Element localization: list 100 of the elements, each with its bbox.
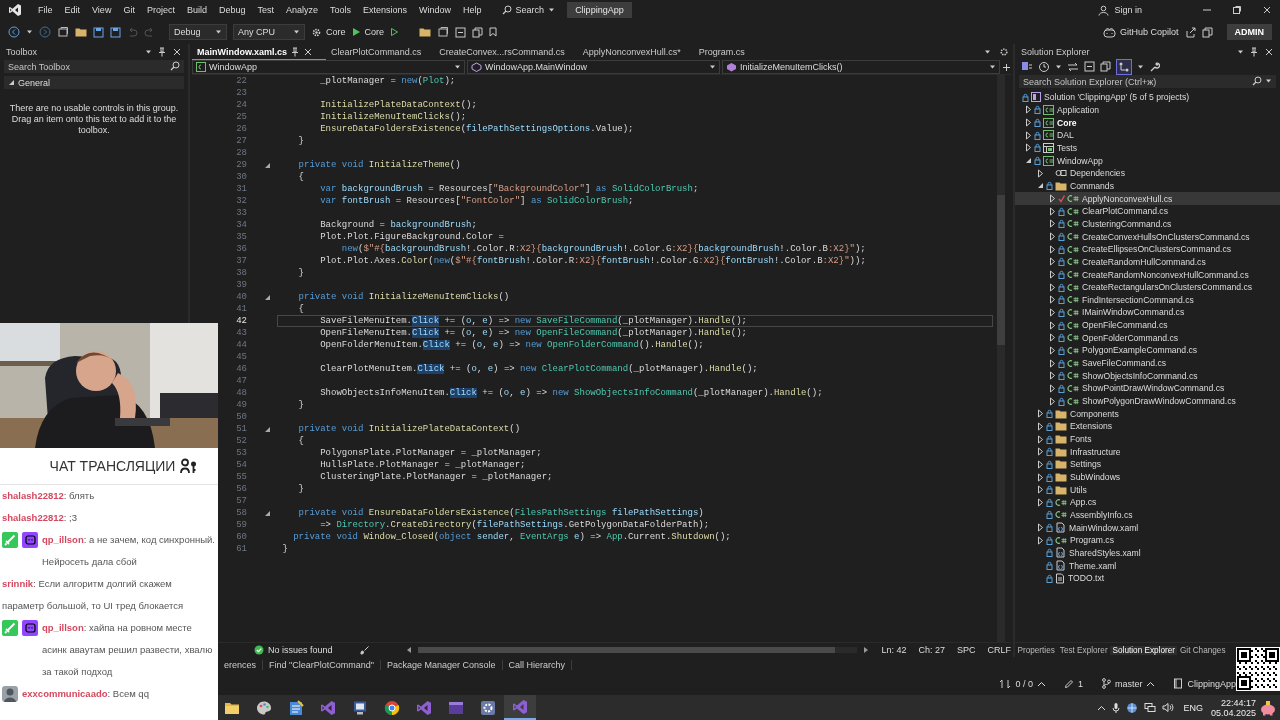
repository-status[interactable]: ClippingApp <box>1173 678 1236 689</box>
sync-icon[interactable] <box>1067 61 1079 72</box>
menu-item[interactable]: Project <box>140 3 181 17</box>
tree-item[interactable]: CreateEllipsesOnClustersCommand.cs <box>1015 242 1280 256</box>
caret-icon[interactable] <box>145 48 152 55</box>
split-icon[interactable] <box>1002 62 1011 72</box>
expand-arrow-icon[interactable] <box>1037 485 1044 495</box>
expand-arrow-icon[interactable] <box>1037 181 1044 191</box>
tree-item[interactable]: WindowApp <box>1015 154 1280 167</box>
menu-item[interactable]: File <box>32 3 59 17</box>
tree-item[interactable]: SaveFileCommand.cs <box>1015 356 1280 370</box>
configuration-dropdown[interactable]: Debug <box>169 24 227 40</box>
caret-icon[interactable] <box>1137 63 1144 70</box>
tree-item[interactable]: Fonts <box>1015 432 1280 446</box>
save-all-icon[interactable] <box>110 26 121 38</box>
close-icon[interactable] <box>303 46 314 57</box>
cleanup-icon[interactable] <box>360 645 370 655</box>
expand-arrow-icon[interactable] <box>1049 257 1056 267</box>
expand-arrow-icon[interactable] <box>1037 421 1044 431</box>
menu-item[interactable]: Extensions <box>357 3 414 17</box>
expand-arrow-icon[interactable] <box>1037 523 1044 533</box>
tree-item[interactable]: CreateRandomHullCommand.cs <box>1015 255 1280 269</box>
tree-item[interactable]: Application <box>1015 103 1280 117</box>
tree-item[interactable]: Tests <box>1015 141 1280 155</box>
expand-arrow-icon[interactable] <box>1049 206 1056 216</box>
chevron-up-icon[interactable] <box>1097 704 1107 711</box>
expand-arrow-icon[interactable] <box>1037 459 1044 469</box>
gear-icon[interactable] <box>480 699 496 716</box>
tree-item[interactable]: Core <box>1015 116 1280 129</box>
tree-item[interactable]: Commands <box>1015 179 1280 193</box>
monitor-icon[interactable] <box>352 699 368 716</box>
settings-icon[interactable] <box>999 47 1009 57</box>
copilot-button[interactable]: GitHub Copilot <box>1102 26 1179 38</box>
back-icon[interactable] <box>8 26 20 38</box>
clock-icon[interactable] <box>1038 60 1050 73</box>
notepad-icon[interactable] <box>288 699 304 716</box>
tree-item[interactable]: ShowPolygonDrawWindowCommand.cs <box>1015 394 1280 408</box>
menu-item[interactable]: Test <box>251 3 280 17</box>
browser-icon[interactable] <box>384 699 400 716</box>
restore-icon[interactable] <box>1232 5 1242 15</box>
speaker-icon[interactable] <box>1162 702 1175 713</box>
file-tab[interactable]: Program.cs <box>693 44 758 60</box>
expand-arrow-icon[interactable] <box>1049 194 1056 204</box>
file-tab[interactable]: ApplyNonconvexHull.cs* <box>577 44 694 60</box>
search-field[interactable]: Search Solution Explorer (Ctrl+ж) <box>1019 75 1276 88</box>
tree-item[interactable]: Program.cs <box>1015 533 1280 547</box>
pages-icon[interactable] <box>472 26 484 38</box>
menu-item[interactable]: View <box>86 3 118 17</box>
tree-item[interactable]: CreateConvexHullsOnClustersCommand.cs <box>1015 230 1280 243</box>
expand-arrow-icon[interactable] <box>1025 130 1032 140</box>
expand-arrow-icon[interactable] <box>1049 358 1056 368</box>
caret-icon[interactable] <box>26 29 33 35</box>
tree-item[interactable]: Dependencies <box>1015 166 1280 180</box>
group-header[interactable]: General <box>4 76 184 89</box>
language-indicator[interactable]: ENG <box>1183 702 1203 713</box>
issues-indicator[interactable]: No issues found <box>254 645 354 655</box>
start-button[interactable]: Core <box>351 27 385 37</box>
file-tab[interactable]: MainWindow.xaml.cs <box>192 44 327 60</box>
file-tab[interactable]: CreateConvex...rsCommand.cs <box>434 44 578 60</box>
expand-arrow-icon[interactable] <box>1049 396 1056 406</box>
panel-tab[interactable]: Solution Explorer <box>1110 645 1178 655</box>
tree-item[interactable]: SharedStyles.xaml <box>1015 546 1280 560</box>
expand-arrow-icon[interactable] <box>1049 232 1056 242</box>
tree-item[interactable]: ClusteringCommand.cs <box>1015 217 1280 231</box>
folder-icon[interactable] <box>75 27 87 37</box>
branch-status[interactable]: master <box>1100 678 1156 689</box>
tree-item[interactable]: TODO.txt <box>1015 571 1280 585</box>
save-icon[interactable] <box>93 26 104 38</box>
tree-item[interactable]: ApplyNonconvexHull.cs <box>1015 192 1280 205</box>
play-outline-icon[interactable] <box>390 27 400 37</box>
tree-item[interactable]: FindIntersectionCommand.cs <box>1015 293 1280 307</box>
expand-arrow-icon[interactable] <box>1049 282 1056 292</box>
navigation-dropdown[interactable]: InitializeMenuItemClicks() <box>722 60 1000 74</box>
tree-item[interactable]: OpenFileCommand.cs <box>1015 318 1280 332</box>
tree-item[interactable]: CreateRectangularsOnClustersCommand.cs <box>1015 280 1280 294</box>
expand-arrow-icon[interactable] <box>1049 270 1056 279</box>
caret-icon[interactable] <box>1237 48 1244 55</box>
tree-item[interactable]: CreateRandomNonconvexHullCommand.cs <box>1015 268 1280 281</box>
tree-item[interactable]: IMainWindowCommand.cs <box>1015 306 1280 319</box>
search-button[interactable]: Search <box>495 3 562 17</box>
tree-item[interactable]: Utils <box>1015 483 1280 496</box>
network-icon[interactable] <box>1144 702 1157 713</box>
scroll-left-icon[interactable] <box>406 646 412 654</box>
pin-icon[interactable] <box>158 46 166 57</box>
tool-tab[interactable]: Find "ClearPlotCommand" <box>263 659 381 670</box>
tree-item[interactable]: OpenFolderCommand.cs <box>1015 331 1280 345</box>
expand-arrow-icon[interactable] <box>1037 447 1044 457</box>
share-icon[interactable] <box>1184 26 1196 38</box>
ribbon-logo-icon[interactable] <box>512 698 528 715</box>
tool-tab[interactable]: Package Manager Console <box>380 659 503 670</box>
menu-item[interactable]: Tools <box>324 3 358 17</box>
tree-item[interactable]: SubWindows <box>1015 470 1280 484</box>
sync-status[interactable]: 0 / 0 <box>999 678 1046 689</box>
tree-item[interactable]: Settings <box>1015 458 1280 471</box>
sign-in-button[interactable]: Sign in <box>1098 4 1142 16</box>
tool-tab[interactable]: Call Hierarchy <box>502 659 573 670</box>
menu-item[interactable]: Window <box>413 3 458 17</box>
platform-dropdown[interactable]: Any CPU <box>233 24 305 40</box>
panel-tab[interactable]: Properties <box>1015 645 1058 655</box>
bookmark-icon[interactable] <box>489 27 498 37</box>
